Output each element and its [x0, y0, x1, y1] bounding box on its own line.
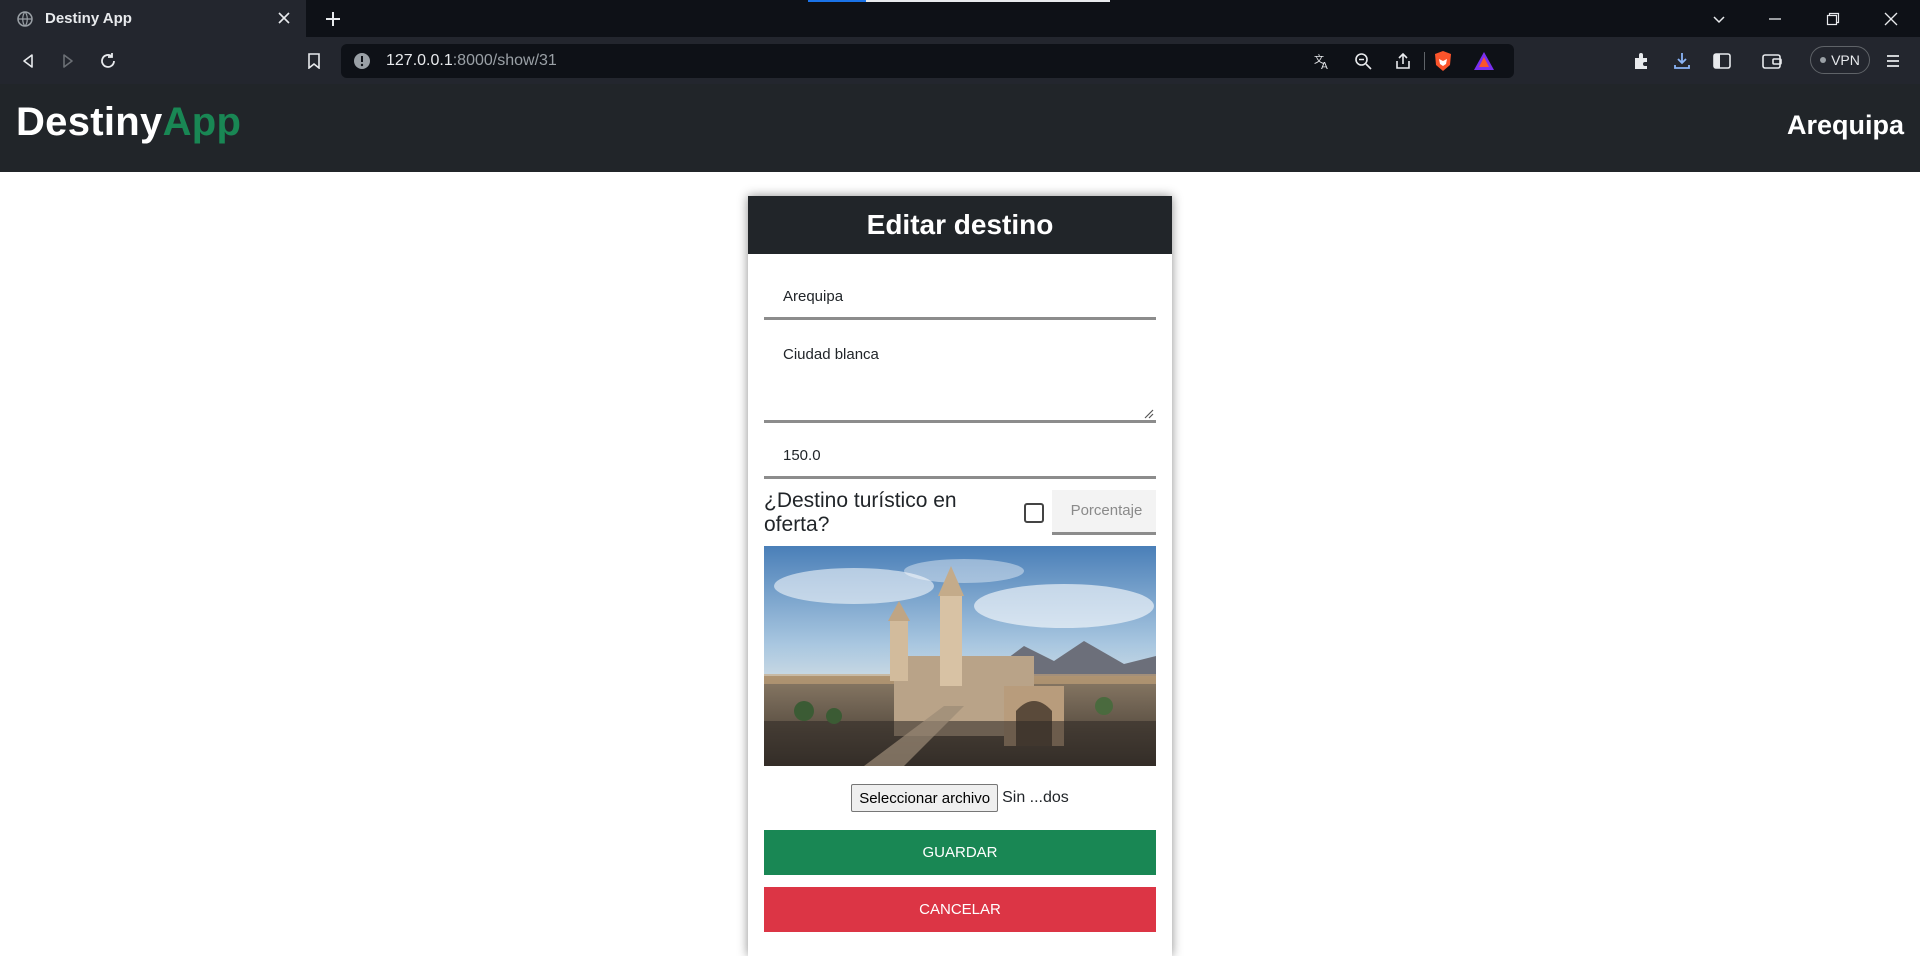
description-text: Ciudad blanca [783, 346, 879, 363]
tab-title: Destiny App [45, 10, 132, 27]
navbar-city: Arequipa [1786, 110, 1904, 140]
zoom-icon[interactable] [1351, 49, 1375, 73]
name-input[interactable]: Arequipa [764, 277, 1156, 320]
close-icon[interactable] [272, 6, 296, 30]
back-icon[interactable] [12, 45, 44, 77]
translate-icon[interactable]: 文A [1310, 49, 1334, 73]
wallet-icon[interactable] [1756, 45, 1788, 77]
url-text: 127.0.0.1:8000/show/31 [386, 52, 557, 69]
site-navbar [0, 84, 1920, 172]
file-picker-row: Seleccionar archivo Sin ...dos [764, 784, 1156, 812]
brand-logo[interactable]: DestinyApp [16, 100, 241, 145]
menu-icon[interactable] [1877, 45, 1909, 77]
info-icon[interactable] [353, 52, 371, 70]
choose-file-button[interactable]: Seleccionar archivo [851, 784, 999, 812]
omnibox-divider [1424, 52, 1425, 70]
forward-icon[interactable] [52, 45, 84, 77]
globe-icon [17, 10, 33, 27]
restore-icon[interactable] [1810, 0, 1856, 37]
offer-checkbox[interactable] [1024, 502, 1044, 523]
sidebar-icon[interactable] [1706, 45, 1738, 77]
download-icon[interactable] [1666, 45, 1698, 77]
resize-grip-icon[interactable] [1142, 406, 1154, 419]
tab-loading-bar [808, 0, 1110, 2]
plus-icon[interactable] [320, 6, 346, 32]
reload-icon[interactable] [92, 45, 124, 77]
card-title: Editar destino [748, 196, 1172, 254]
extensions-icon[interactable] [1626, 45, 1658, 77]
browser-tab[interactable]: Destiny App [0, 0, 306, 37]
share-icon[interactable] [1391, 49, 1415, 73]
brave-shield-icon[interactable] [1431, 49, 1455, 73]
address-bar[interactable]: 127.0.0.1:8000/show/31 文A [341, 44, 1514, 78]
rewards-icon[interactable] [1472, 49, 1496, 73]
vpn-button[interactable]: VPN [1810, 46, 1870, 74]
percentage-input[interactable]: Porcentaje [1051, 490, 1156, 535]
svg-text:A: A [1321, 61, 1328, 70]
browser-tabstrip: Destiny App [0, 0, 1920, 37]
bookmark-icon[interactable] [298, 45, 330, 77]
minimize-icon[interactable] [1752, 0, 1798, 37]
save-button[interactable]: GUARDAR [764, 830, 1156, 875]
brand-main: Destiny [16, 100, 163, 144]
vpn-label: VPN [1831, 52, 1860, 68]
offer-row: ¿Destino turístico en oferta? Porcentaje [764, 488, 1156, 536]
cancel-button[interactable]: CANCELAR [764, 887, 1156, 932]
brand-accent: App [162, 100, 242, 144]
tab-search-icon[interactable] [1696, 0, 1742, 37]
window-close-icon[interactable] [1868, 0, 1914, 37]
vpn-status-dot [1820, 57, 1827, 63]
description-textarea[interactable]: Ciudad blanca [764, 329, 1156, 423]
edit-destination-card: Editar destino Arequipa Ciudad blanca 15… [748, 196, 1172, 956]
offer-label: ¿Destino turístico en oferta? [764, 488, 957, 536]
file-status: Sin ...dos [1002, 789, 1069, 806]
price-input[interactable]: 150.0 [764, 436, 1156, 479]
destination-photo [764, 546, 1156, 766]
